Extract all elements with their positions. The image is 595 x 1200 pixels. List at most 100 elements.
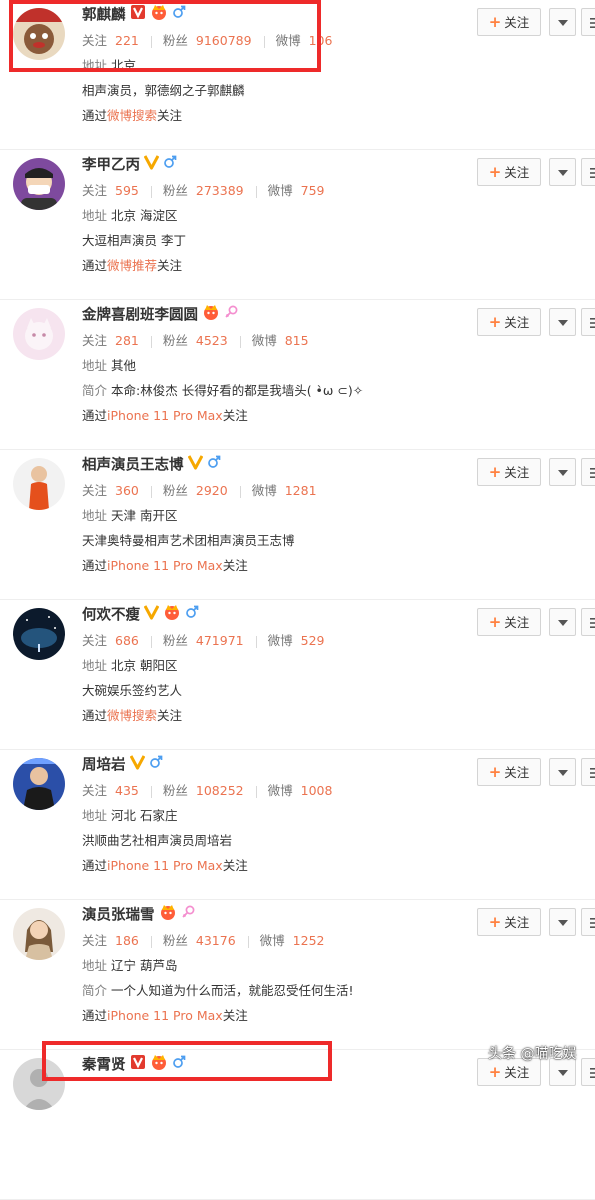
plus-icon: + [488, 163, 502, 181]
plus-icon: + [488, 763, 502, 781]
menu-button[interactable] [581, 908, 595, 936]
more-options-button[interactable] [549, 458, 576, 486]
follow-source-link[interactable]: 微博搜索 [107, 108, 157, 123]
menu-button[interactable] [581, 308, 595, 336]
menu-icon [590, 618, 595, 628]
address-value: 北京 朝阳区 [111, 658, 178, 673]
following-count[interactable]: 281 [115, 333, 139, 348]
plus-icon: + [488, 463, 502, 481]
woman-avatar[interactable] [13, 908, 65, 960]
follow-button[interactable]: + 关注 [477, 158, 541, 186]
menu-button[interactable] [581, 758, 595, 786]
menu-button[interactable] [581, 608, 595, 636]
address-value: 北京 海淀区 [111, 208, 178, 223]
pink-cat-avatar[interactable] [13, 308, 65, 360]
posts-count[interactable]: 815 [285, 333, 309, 348]
following-count[interactable]: 186 [115, 933, 139, 948]
followers-count[interactable]: 2920 [196, 483, 228, 498]
lion-avatar[interactable] [13, 8, 65, 60]
follow-button[interactable]: + 关注 [477, 458, 541, 486]
user-name[interactable]: 何欢不瘦 [82, 608, 140, 624]
follow-button[interactable]: + 关注 [477, 758, 541, 786]
address-row: 地址 天津 南开区 [82, 503, 475, 528]
orange-robe-avatar[interactable] [13, 458, 65, 510]
posts-count[interactable]: 1281 [285, 483, 317, 498]
menu-icon [590, 1068, 595, 1078]
followers-count[interactable]: 4523 [196, 333, 228, 348]
follow-button[interactable]: + 关注 [477, 608, 541, 636]
menu-button[interactable] [581, 458, 595, 486]
more-options-button[interactable] [549, 758, 576, 786]
address-value: 北京 [111, 58, 137, 73]
more-options-button[interactable] [549, 8, 576, 36]
via-suffix: 关注 [157, 258, 183, 273]
follow-source-link[interactable]: iPhone 11 Pro Max [107, 408, 223, 423]
followers-count[interactable]: 108252 [196, 783, 244, 798]
user-name[interactable]: 秦霄贤 [82, 1058, 126, 1074]
user-name[interactable]: 金牌喜剧班李圆圆 [82, 308, 198, 324]
more-options-button[interactable] [549, 908, 576, 936]
posts-count[interactable]: 106 [309, 33, 333, 48]
menu-button[interactable] [581, 8, 595, 36]
user-stats: 关注 221 粉丝 9160789 微博 106 [82, 28, 475, 53]
posts-count[interactable]: 759 [301, 183, 325, 198]
menu-button[interactable] [581, 158, 595, 186]
stage-person-avatar[interactable] [13, 758, 65, 810]
follow-source-link[interactable]: iPhone 11 Pro Max [107, 558, 223, 573]
user-name[interactable]: 演员张瑞雪 [82, 908, 155, 924]
follow-button[interactable]: + 关注 [477, 308, 541, 336]
user-name[interactable]: 周培岩 [82, 758, 126, 774]
followers-label: 粉丝 [162, 333, 188, 348]
user-description: 天津奥特曼相声艺术团相声演员王志博 [82, 533, 295, 548]
followers-count[interactable]: 9160789 [196, 33, 252, 48]
user-description: 洪顺曲艺社相声演员周培岩 [82, 833, 233, 848]
follow-source-row: 通过iPhone 11 Pro Max关注 [82, 553, 475, 578]
posts-label: 微博 [267, 783, 293, 798]
followers-count[interactable]: 471971 [196, 633, 244, 648]
masked-person-avatar[interactable] [13, 158, 65, 210]
followers-count[interactable]: 43176 [196, 933, 236, 948]
follow-source-link[interactable]: 微博搜索 [107, 708, 157, 723]
follow-source-link[interactable]: iPhone 11 Pro Max [107, 858, 223, 873]
follow-button[interactable]: + 关注 [477, 908, 541, 936]
description-row: 大逗相声演员 李丁 [82, 228, 475, 253]
night-sky-avatar[interactable] [13, 608, 65, 660]
follow-source-link[interactable]: 微博推荐 [107, 258, 157, 273]
posts-count[interactable]: 1252 [293, 933, 325, 948]
follow-button[interactable]: + 关注 [477, 8, 541, 36]
follow-button-label: 关注 [504, 15, 530, 30]
posts-count[interactable]: 1008 [301, 783, 333, 798]
user-card: 相声演员王志博 关注 360 粉丝 2920 微博 1281 地址 天津 南开区 天津奥特曼相声艺… [0, 450, 595, 600]
more-options-button[interactable] [549, 308, 576, 336]
user-description: 大逗相声演员 李丁 [82, 233, 186, 248]
following-count[interactable]: 595 [115, 183, 139, 198]
following-count[interactable]: 435 [115, 783, 139, 798]
user-name[interactable]: 郭麒麟 [82, 8, 126, 24]
followers-count[interactable]: 273389 [196, 183, 244, 198]
user-name[interactable]: 李甲乙丙 [82, 158, 140, 174]
posts-count[interactable]: 529 [301, 633, 325, 648]
divider [150, 35, 152, 48]
person-avatar[interactable] [13, 1058, 65, 1110]
verified-v-gold-icon [187, 454, 203, 478]
posts-label: 微博 [275, 33, 301, 48]
follow-source-link[interactable]: iPhone 11 Pro Max [107, 1008, 223, 1023]
chevron-down-icon [558, 1070, 568, 1076]
menu-button[interactable] [581, 1058, 595, 1086]
male-icon [149, 754, 163, 778]
follow-source-row: 通过微博推荐关注 [82, 253, 475, 278]
via-prefix: 通过 [82, 858, 108, 873]
more-options-button[interactable] [549, 158, 576, 186]
gold-crown-icon [202, 304, 220, 328]
posts-label: 微博 [251, 333, 277, 348]
female-icon [181, 904, 195, 928]
via-suffix: 关注 [222, 1008, 248, 1023]
more-options-button[interactable] [549, 608, 576, 636]
user-name[interactable]: 相声演员王志博 [82, 458, 184, 474]
intro-label: 简介 [82, 983, 108, 998]
verified-v-gold-icon [129, 754, 145, 778]
following-count[interactable]: 360 [115, 483, 139, 498]
plus-icon: + [488, 1063, 502, 1081]
following-count[interactable]: 686 [115, 633, 139, 648]
following-count[interactable]: 221 [115, 33, 139, 48]
